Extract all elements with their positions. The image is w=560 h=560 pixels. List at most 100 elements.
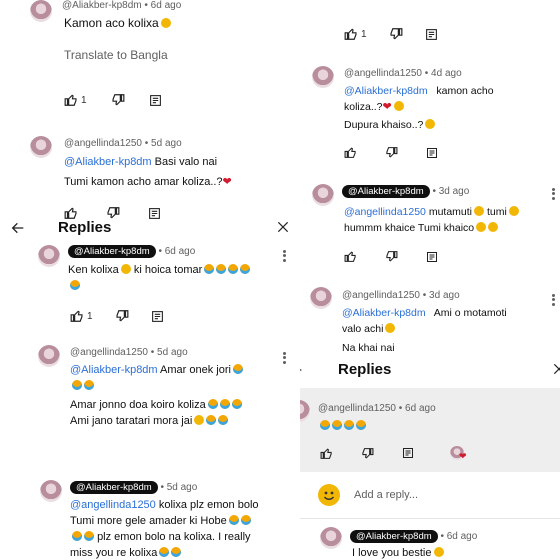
avatar[interactable] xyxy=(320,527,342,549)
reply-text: I love you bestie xyxy=(352,546,444,560)
like-button[interactable] xyxy=(64,206,78,220)
creator-heart[interactable]: ❤ xyxy=(450,446,467,461)
reply-actions: 1 xyxy=(70,309,164,323)
translate-link[interactable]: Translate to Bangla xyxy=(64,48,168,62)
reply-button[interactable] xyxy=(151,310,164,323)
replies-title: Replies xyxy=(338,361,392,378)
back-button[interactable] xyxy=(300,362,304,383)
dislike-button[interactable] xyxy=(115,309,129,323)
thumb-up-icon xyxy=(64,94,77,106)
reply-button[interactable] xyxy=(425,28,438,41)
thumb-up-icon xyxy=(320,447,332,459)
avatar[interactable] xyxy=(312,184,334,206)
reply-text xyxy=(318,419,366,434)
close-button[interactable] xyxy=(276,220,290,239)
comment-actions xyxy=(344,250,438,263)
replies-title: Replies xyxy=(58,219,112,236)
right-screenshot: 1 @angellinda1250 • 4d ago @Aliakber-kp8… xyxy=(300,0,560,560)
dislike-button[interactable] xyxy=(389,27,403,41)
avatar[interactable] xyxy=(40,480,62,502)
reply-icon xyxy=(403,448,413,458)
comment-author[interactable]: @angellinda1250 • 4d ago xyxy=(344,68,462,79)
like-button[interactable]: 1 xyxy=(64,93,87,107)
reply-text: Ami jano taratari mora jai xyxy=(70,414,229,429)
more-vert-icon[interactable] xyxy=(283,350,286,365)
reply-icon xyxy=(427,147,437,158)
reply-text: Ken kolixa ki hoica tomar xyxy=(68,263,251,278)
reply-button[interactable] xyxy=(426,251,438,263)
comment-text: hummm khaice Tumi khaico xyxy=(344,221,499,236)
avatar[interactable] xyxy=(312,66,334,88)
dislike-button[interactable] xyxy=(361,447,374,460)
dislike-button[interactable] xyxy=(385,250,398,263)
comment-author[interactable]: @Aliakber-kp8dm • 3d ago xyxy=(342,185,469,198)
left-screenshot: @Aliakber-kp8dm • 6d ago Kamon aco kolix… xyxy=(0,0,300,560)
thumb-down-icon xyxy=(107,207,120,219)
back-arrow-icon xyxy=(300,369,302,371)
like-button[interactable] xyxy=(320,447,333,460)
comment-author[interactable]: @angellinda1250 • 3d ago xyxy=(342,290,460,301)
more-vert-icon[interactable] xyxy=(552,186,555,201)
reply-text: @Aliakber-kp8dm Amar onek jori xyxy=(70,363,243,378)
comment-actions: 1 xyxy=(344,27,438,41)
comment-text: koliza..?❤ xyxy=(344,100,404,115)
reply-actions: ❤ xyxy=(320,446,467,461)
reply-icon xyxy=(151,310,163,322)
add-reply-input[interactable]: Add a reply... xyxy=(354,489,418,501)
back-button[interactable] xyxy=(10,220,26,241)
thumb-up-icon xyxy=(344,147,356,158)
reply-text xyxy=(68,279,80,294)
like-button[interactable]: 1 xyxy=(70,309,93,323)
comment-text: Kamon aco kolixa xyxy=(64,16,171,31)
avatar[interactable] xyxy=(310,287,332,309)
avatar[interactable] xyxy=(38,345,60,367)
comment-author[interactable]: @Aliakber-kp8dm • 6d ago xyxy=(62,0,181,11)
like-button[interactable] xyxy=(344,250,357,263)
close-icon xyxy=(553,363,560,375)
like-button[interactable] xyxy=(344,146,357,159)
reply-author[interactable]: @Aliakber-kp8dm • 6d ago xyxy=(68,245,195,258)
thumb-up-icon xyxy=(70,310,83,322)
thumb-up-icon xyxy=(344,28,357,40)
reply-button[interactable] xyxy=(402,447,414,459)
reply-author[interactable]: @angellinda1250 • 5d ago xyxy=(70,347,188,358)
dislike-button[interactable] xyxy=(111,93,125,107)
thumb-down-icon xyxy=(362,447,374,459)
user-avatar xyxy=(318,484,340,506)
comment-text: valo achi xyxy=(342,322,396,337)
reply-author[interactable]: @angellinda1250 • 6d ago xyxy=(318,403,436,414)
comment-author[interactable]: @angellinda1250 • 5d ago xyxy=(64,138,182,149)
more-vert-icon[interactable] xyxy=(283,248,286,263)
comment-text: @Aliakber-kp8dm Basi valo nai xyxy=(64,156,218,168)
comment-text: Dupura khaiso..? xyxy=(344,118,436,133)
avatar[interactable] xyxy=(38,245,60,267)
avatar[interactable] xyxy=(30,136,52,158)
comment-actions xyxy=(344,146,438,159)
reply-icon xyxy=(149,207,160,219)
reply-text: plz emon bolo na kolixa. I really xyxy=(70,530,251,545)
like-button[interactable]: 1 xyxy=(344,27,367,41)
thumb-down-icon xyxy=(386,251,398,262)
reply-button[interactable] xyxy=(426,147,438,159)
thumb-down-icon xyxy=(386,147,398,158)
reply-text xyxy=(70,379,94,394)
thumb-down-icon xyxy=(112,94,124,106)
reply-button[interactable] xyxy=(148,207,161,220)
reply-author[interactable]: @Aliakber-kp8dm • 6d ago xyxy=(350,530,477,543)
more-vert-icon[interactable] xyxy=(552,292,555,307)
dislike-button[interactable] xyxy=(385,146,398,159)
reply-icon xyxy=(149,94,161,106)
comment-actions xyxy=(64,206,161,220)
comment-text: @Aliakber-kp8dm kamon acho xyxy=(344,85,494,97)
reply-button[interactable] xyxy=(149,94,162,107)
thumb-down-icon xyxy=(116,310,128,322)
avatar[interactable] xyxy=(30,0,52,22)
dislike-button[interactable] xyxy=(106,206,120,220)
comment-text: Na khai nai xyxy=(342,342,395,354)
smiley-icon xyxy=(323,491,335,500)
reply-author[interactable]: @Aliakber-kp8dm • 5d ago xyxy=(70,481,197,494)
thumb-down-icon xyxy=(390,28,402,40)
close-button[interactable] xyxy=(552,362,560,381)
reply-icon xyxy=(427,251,437,262)
comment-actions: 1 xyxy=(64,93,162,107)
